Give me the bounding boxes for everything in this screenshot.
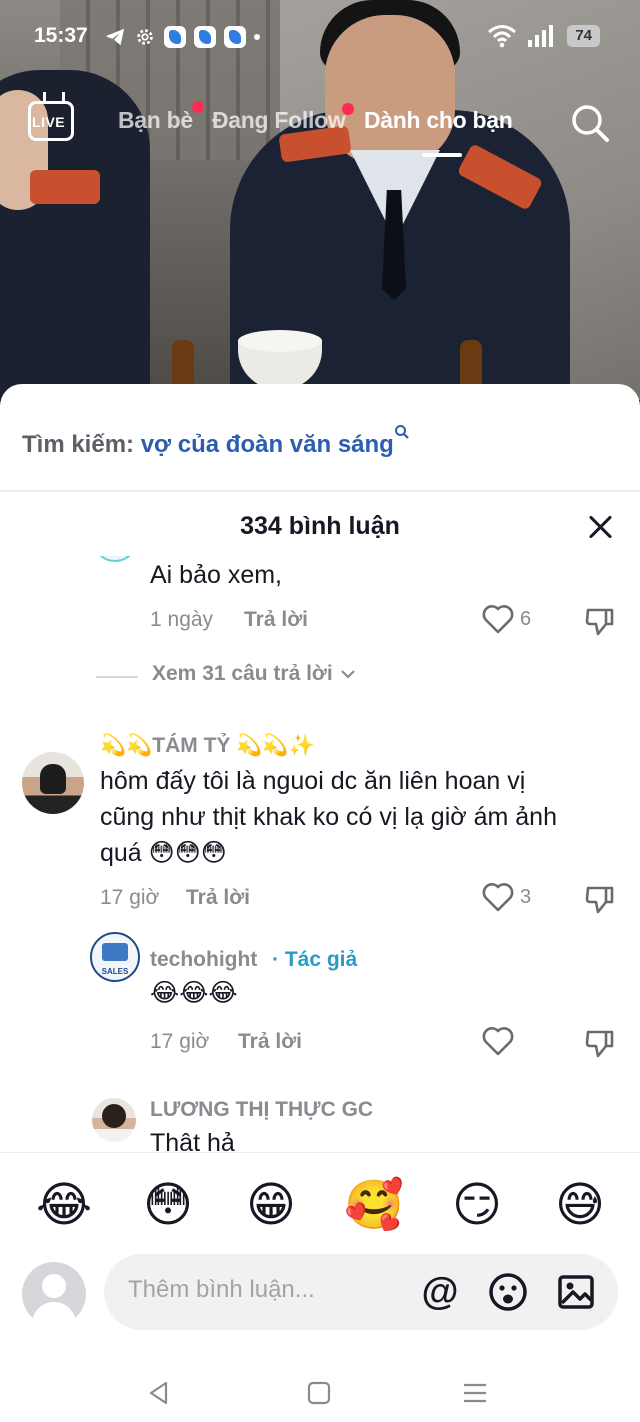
gear-icon (137, 29, 153, 45)
mention-icon[interactable]: @ (420, 1272, 460, 1312)
status-bar: 15:37 74 (0, 0, 640, 72)
comment-text: 😂😂😂 (150, 979, 238, 1007)
back-icon[interactable] (146, 1380, 172, 1406)
avatar[interactable] (92, 556, 138, 562)
app-notification-icon (164, 26, 186, 48)
live-label: LIVE (32, 114, 66, 130)
telegram-icon (105, 28, 125, 46)
current-user-avatar[interactable] (22, 1262, 86, 1326)
emoji-flushed-button[interactable]: 😳 (138, 1176, 198, 1236)
chevron-down-icon (340, 670, 355, 679)
search-suggestion-prefix: Tìm kiếm: (22, 431, 135, 458)
tab-following[interactable]: Đang Follow (212, 107, 346, 134)
dislike-icon[interactable] (584, 1026, 616, 1058)
view-replies-button[interactable]: Xem 31 câu trả lời (152, 662, 357, 686)
battery-indicator: 74 (567, 25, 600, 47)
avatar[interactable] (92, 1098, 136, 1142)
comment-author[interactable]: techohight (150, 948, 257, 972)
emoji-smiling-hearts-button[interactable]: 🥰 (344, 1176, 404, 1236)
emoji-tears-of-joy-button[interactable]: 😂 (34, 1176, 94, 1236)
heart-icon[interactable] (482, 604, 514, 634)
avatar-text: SALES (101, 967, 129, 976)
top-nav: LIVE Bạn bè Đang Follow Dành cho bạn (0, 95, 640, 157)
app-notification-icon (224, 26, 246, 48)
replies-line (96, 676, 138, 678)
menu-icon[interactable] (462, 1380, 488, 1406)
app-notification-icon (194, 26, 216, 48)
dislike-icon[interactable] (584, 604, 616, 636)
comment-time: 1 ngày (150, 608, 214, 631)
status-time: 15:37 (34, 24, 88, 47)
wifi-icon (488, 25, 517, 48)
tab-friends[interactable]: Bạn bè (118, 107, 193, 134)
avatar[interactable] (22, 752, 84, 814)
close-button[interactable] (586, 512, 616, 542)
comment-input[interactable]: Thêm bình luận... @ (104, 1254, 618, 1330)
comment-input-placeholder: Thêm bình luận... (128, 1276, 315, 1303)
home-icon[interactable] (306, 1380, 332, 1406)
tab-friends-dot (192, 101, 204, 113)
tab-for-you[interactable]: Dành cho bạn (364, 107, 513, 134)
search-small-icon (394, 425, 409, 439)
search-icon[interactable] (570, 103, 610, 143)
emoji-smirk-button[interactable]: 😏 (447, 1176, 507, 1236)
comment-list[interactable]: Ai bảo xem, 1 ngày Trả lời 6 Xem 31 câu … (0, 556, 640, 1152)
comment-text: Thật hả (150, 1129, 235, 1152)
comment-text: Ai bảo xem, (150, 561, 283, 589)
tab-following-dot (342, 103, 354, 115)
comments-sheet: Tìm kiếm: vợ của đoàn văn sáng 334 bình … (0, 384, 640, 1422)
comment-author[interactable]: 💫💫TÁM TỶ 💫💫✨ (100, 734, 315, 758)
live-icon[interactable]: LIVE (28, 101, 74, 141)
like-count: 6 (520, 608, 532, 630)
dislike-icon[interactable] (584, 882, 616, 914)
heart-icon[interactable] (482, 1026, 514, 1056)
comment-text-line: cũng như thịt khak ko có vị lạ giờ ám ản… (100, 803, 557, 831)
reply-button[interactable]: Trả lời (238, 1030, 302, 1054)
image-icon[interactable] (556, 1272, 596, 1312)
emoji-grin-button[interactable]: 😁 (241, 1176, 301, 1236)
comment-text-line: quá 😳😳😳 (100, 839, 227, 867)
author-badge: · Tác giả (272, 948, 358, 971)
tab-active-underline (422, 153, 462, 157)
more-notifications-dot (254, 34, 260, 40)
avatar[interactable]: SALES (90, 932, 140, 982)
comment-count-title: 334 bình luận (240, 512, 400, 540)
comment-time: 17 giờ (100, 886, 160, 909)
heart-icon[interactable] (482, 882, 514, 912)
comment-author[interactable]: LƯƠNG THỊ THỰC GC (150, 1098, 373, 1122)
system-nav-bar (0, 1364, 640, 1422)
reply-button[interactable]: Trả lời (186, 886, 250, 910)
divider (0, 490, 640, 492)
comment-time: 17 giờ (150, 1030, 210, 1053)
search-suggestion[interactable]: Tìm kiếm: vợ của đoàn văn sáng (22, 424, 410, 459)
view-replies-label: Xem 31 câu trả lời (152, 662, 333, 685)
status-notification-icons (104, 26, 260, 48)
like-count: 3 (520, 886, 532, 908)
divider (0, 1152, 640, 1153)
comment-text-line: hôm đấy tôi là nguoi dc ăn liên hoan vị (100, 767, 526, 795)
signal-icon (528, 25, 554, 47)
status-right-icons: 74 (487, 24, 600, 48)
emoji-sweat-smile-button[interactable]: 😅 (550, 1176, 610, 1236)
search-suggestion-query: vợ của đoàn văn sáng (140, 431, 394, 458)
reply-button[interactable]: Trả lời (244, 608, 308, 632)
emoji-icon[interactable] (488, 1272, 528, 1312)
